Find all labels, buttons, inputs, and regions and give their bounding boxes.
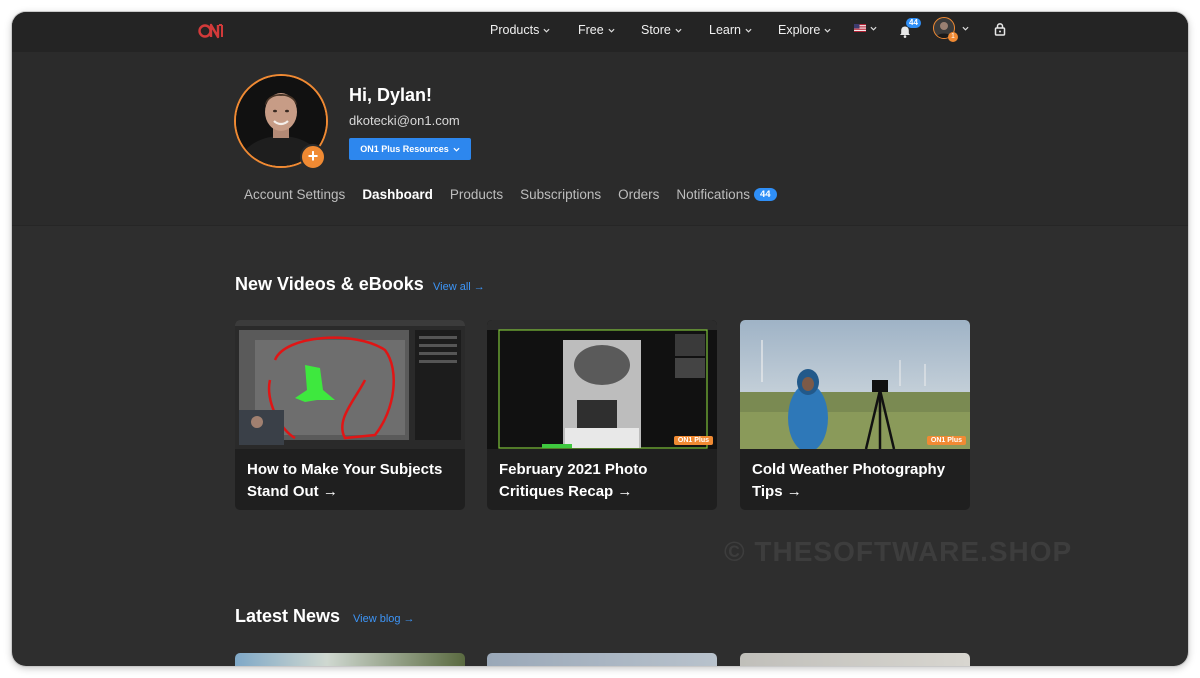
photo-critique-thumbnail — [487, 320, 717, 449]
chevron-down-icon — [745, 28, 752, 33]
nav-learn-label: Learn — [709, 23, 741, 37]
video-thumbnail — [235, 320, 465, 449]
tab-products[interactable]: Products — [450, 187, 503, 202]
watermark: © THESOFTWARE.SHOP — [724, 536, 1073, 567]
account-menu[interactable]: 1 — [933, 17, 977, 43]
notification-badge: 44 — [906, 18, 921, 28]
greeting: Hi, Dylan! — [349, 85, 433, 105]
nav-free[interactable]: Free — [578, 23, 615, 37]
lock-icon[interactable] — [994, 22, 1006, 36]
chevron-down-icon — [453, 147, 460, 152]
tab-orders[interactable]: Orders — [618, 187, 659, 202]
chevron-down-icon — [870, 26, 877, 31]
chevron-down-icon — [675, 28, 682, 33]
notifications-count-badge: 44 — [753, 188, 777, 201]
tab-dashboard[interactable]: Dashboard — [362, 187, 433, 202]
view-blog-link[interactable]: View blog → — [353, 613, 415, 625]
on1-plus-resources-button[interactable]: ON1 Plus Resources — [349, 138, 471, 160]
chevron-down-icon — [543, 28, 550, 33]
video-card[interactable]: How to Make Your Subjects Stand Out → — [235, 320, 465, 510]
nav-products-label: Products — [490, 23, 540, 37]
nav-store[interactable]: Store — [641, 23, 682, 37]
news-card[interactable] — [740, 653, 970, 666]
video-card[interactable]: ON1 Plus Cold Weather Photography Tips → — [740, 320, 970, 510]
news-card[interactable] — [235, 653, 465, 666]
video-card-title: How to Make Your Subjects Stand Out → — [247, 461, 443, 500]
resources-button-label: ON1 Plus Resources — [360, 144, 449, 154]
video-thumbnail: ON1 Plus — [740, 320, 970, 449]
browser-window: Products Free Store Learn Explore 44 1 +… — [12, 12, 1188, 666]
tab-subscriptions[interactable]: Subscriptions — [520, 187, 601, 202]
on1-logo[interactable] — [198, 20, 224, 42]
on1-plus-badge: ON1 Plus — [926, 436, 966, 445]
nav-explore[interactable]: Explore — [778, 23, 831, 37]
nav-free-label: Free — [578, 23, 604, 37]
account-tabs: Account Settings Dashboard Products Subs… — [244, 187, 794, 202]
tab-notifications[interactable]: Notifications 44 — [676, 187, 777, 202]
on1-plus-badge: ON1 Plus — [673, 436, 713, 445]
videos-section-title: New Videos & eBooks — [235, 274, 424, 294]
nav-store-label: Store — [641, 23, 671, 37]
chevron-down-icon — [824, 28, 831, 33]
tab-notifications-label: Notifications — [676, 187, 750, 202]
news-section-title: Latest News — [235, 606, 341, 626]
video-card-title: Cold Weather Photography Tips → — [752, 461, 946, 500]
top-nav: Products Free Store Learn Explore 44 1 — [12, 12, 1188, 52]
nav-explore-label: Explore — [778, 23, 821, 37]
chevron-down-icon — [608, 28, 615, 33]
cold-weather-thumbnail — [740, 320, 970, 449]
us-flag-icon — [854, 24, 866, 32]
avatar-badge: 1 — [948, 32, 958, 42]
view-all-link[interactable]: View all → — [433, 281, 485, 293]
video-card-title: February 2021 Photo Critiques Recap → — [499, 461, 648, 500]
chevron-down-icon — [962, 26, 969, 31]
add-photo-button[interactable]: + — [300, 144, 326, 170]
video-card[interactable]: ON1 Plus February 2021 Photo Critiques R… — [487, 320, 717, 510]
language-selector[interactable] — [854, 24, 877, 32]
subject-editing-thumbnail — [235, 320, 465, 449]
video-thumbnail: ON1 Plus — [487, 320, 717, 449]
user-email: dkotecki@on1.com — [349, 113, 460, 128]
profile-header: + Hi, Dylan! dkotecki@on1.com ON1 Plus R… — [12, 52, 1188, 226]
notifications-button[interactable]: 44 — [898, 18, 921, 42]
tab-account-settings[interactable]: Account Settings — [244, 187, 345, 202]
nav-learn[interactable]: Learn — [709, 23, 752, 37]
news-card[interactable] — [487, 653, 717, 666]
nav-products[interactable]: Products — [490, 23, 550, 37]
